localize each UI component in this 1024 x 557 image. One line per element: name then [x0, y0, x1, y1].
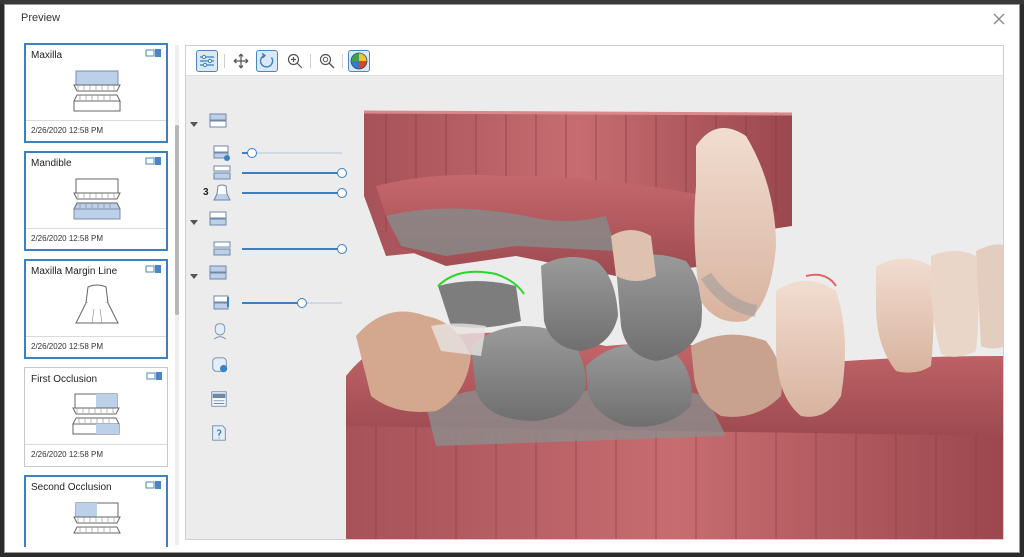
zoom-fit-icon [319, 53, 335, 69]
toolbar-separator [224, 54, 225, 68]
maxilla-opacity-slider[interactable] [242, 148, 342, 158]
scan-card-first-occlusion[interactable]: First Occlusion 2/26/2020 12:58 PM [24, 367, 168, 467]
card-date: 2/26/2020 12:58 PM [26, 120, 166, 135]
maxilla-icon [73, 70, 121, 112]
pan-button[interactable] [230, 50, 252, 72]
flag-icon[interactable] [146, 371, 163, 381]
slider-knob[interactable] [337, 244, 347, 254]
unknown-file-icon[interactable] [209, 424, 229, 442]
sidebar-scrollbar[interactable] [175, 45, 179, 545]
scan-card-maxilla-margin-line[interactable]: Maxilla Margin Line 2/26/2020 12:58 PM [24, 259, 168, 359]
rotate-icon [259, 53, 274, 68]
scan-card-second-occlusion[interactable]: Second Occlusion [24, 475, 168, 547]
flag-icon[interactable] [145, 156, 162, 166]
face-scan-icon[interactable] [210, 322, 230, 340]
slider-fill [242, 172, 342, 174]
card-label: Maxilla [31, 50, 63, 61]
scrollbar-thumb[interactable] [175, 125, 179, 315]
slider-fill [242, 192, 342, 194]
maxilla-layer-icon[interactable] [208, 112, 228, 130]
layers-settings-button[interactable] [196, 50, 218, 72]
card-label: Mandible [31, 158, 72, 169]
mandible-slider[interactable] [242, 244, 347, 254]
occlusion-scan-layer-icon[interactable] [212, 294, 232, 312]
preview-dialog: Preview Maxilla 2/26/2020 12:58 PM Mandi… [4, 4, 1020, 553]
mandible-icon [73, 178, 121, 220]
zoom-in-button[interactable] [284, 50, 306, 72]
flag-icon[interactable] [145, 48, 162, 58]
card-date: 2/26/2020 12:58 PM [25, 444, 167, 459]
slider-knob[interactable] [337, 168, 347, 178]
color-map-button[interactable] [348, 50, 370, 72]
mandible-model-layer-icon[interactable] [212, 240, 232, 258]
scan-card-maxilla[interactable]: Maxilla 2/26/2020 12:58 PM [24, 43, 168, 143]
card-label: Second Occlusion [31, 482, 112, 493]
maxilla-model-slider[interactable] [242, 168, 347, 178]
scan-card-mandible[interactable]: Mandible 2/26/2020 12:58 PM [24, 151, 168, 251]
margin-line-layer-icon[interactable] [212, 184, 232, 202]
second-occlusion-icon [73, 502, 121, 534]
card-date: 2/26/2020 12:58 PM [26, 228, 166, 243]
raw-data-icon[interactable] [209, 390, 229, 408]
layers-settings-icon [200, 54, 214, 68]
face-model-icon[interactable] [210, 356, 230, 374]
mandible-layer-icon[interactable] [208, 210, 228, 228]
slider-knob[interactable] [337, 188, 347, 198]
flag-icon[interactable] [145, 480, 162, 490]
model-viewer[interactable]: 3 [185, 45, 1004, 540]
close-button[interactable] [989, 9, 1009, 29]
3d-scene-canvas[interactable]: 3 [186, 76, 1003, 539]
slider-fill [242, 248, 342, 250]
card-label: Maxilla Margin Line [31, 266, 118, 277]
margin-line-icon [75, 284, 119, 324]
layer-visibility-panel: 3 [186, 106, 347, 466]
rotate-button[interactable] [256, 50, 278, 72]
zoom-fit-button[interactable] [316, 50, 338, 72]
card-date: 2/26/2020 12:58 PM [26, 336, 166, 351]
title-bar: Preview [5, 5, 1019, 35]
dialog-title: Preview [21, 12, 61, 24]
zoom-in-icon [287, 53, 303, 69]
close-icon [993, 13, 1005, 25]
maxilla-model-layer-icon[interactable] [212, 164, 232, 182]
card-label: First Occlusion [31, 374, 98, 385]
color-map-icon [350, 52, 368, 70]
toolbar-separator [310, 54, 311, 68]
layer-number-label: 3 [203, 187, 209, 198]
collapse-mandible-group-arrow[interactable] [190, 220, 198, 225]
first-occlusion-icon [72, 393, 120, 435]
collapse-occlusion-group-arrow[interactable] [190, 274, 198, 279]
occlusion-layer-icon[interactable] [208, 264, 228, 282]
margin-line-slider[interactable] [242, 188, 347, 198]
pan-icon [233, 53, 249, 69]
collapse-maxilla-group-arrow[interactable] [190, 122, 198, 127]
scan-list-sidebar[interactable]: Maxilla 2/26/2020 12:58 PM Mandible 2/26… [18, 41, 176, 547]
slider-knob[interactable] [247, 148, 257, 158]
occlusion-slider[interactable] [242, 298, 342, 308]
viewer-toolbar [186, 46, 1003, 76]
maxilla-scan-layer-icon[interactable] [212, 144, 232, 162]
slider-fill [242, 302, 302, 304]
flag-icon[interactable] [145, 264, 162, 274]
slider-knob[interactable] [297, 298, 307, 308]
toolbar-separator [342, 54, 343, 68]
